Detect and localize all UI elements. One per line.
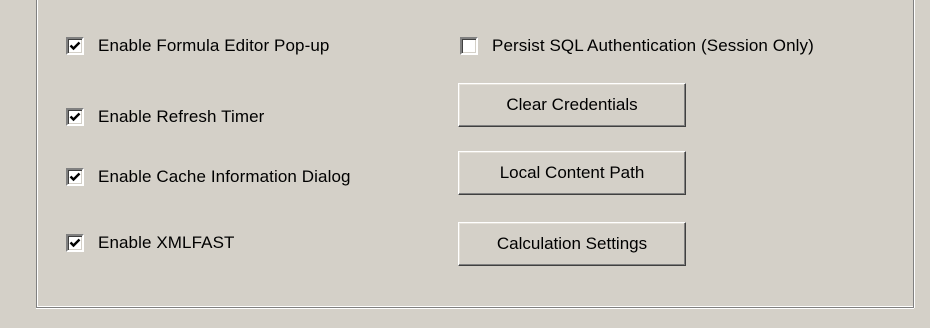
checkbox-persist-sql-authentication[interactable]: Persist SQL Authentication (Session Only… — [460, 34, 814, 58]
button-label: Local Content Path — [499, 163, 645, 182]
local-content-path-button[interactable]: Local Content Path — [458, 151, 686, 195]
checkbox-box[interactable] — [66, 234, 84, 252]
calculation-settings-button[interactable]: Calculation Settings — [458, 222, 686, 266]
clear-credentials-button[interactable]: Clear Credentials — [458, 83, 686, 127]
checkmark-icon — [69, 238, 81, 248]
checkbox-box[interactable] — [66, 108, 84, 126]
checkbox-box[interactable] — [460, 37, 478, 55]
checkbox-box[interactable] — [66, 168, 84, 186]
checkbox-label: Enable Formula Editor Pop-up — [98, 36, 330, 55]
button-label: Clear Credentials — [506, 95, 638, 114]
checkbox-label: Enable Refresh Timer — [98, 107, 265, 126]
checkmark-icon — [69, 172, 81, 182]
checkbox-enable-formula-editor-popup[interactable]: Enable Formula Editor Pop-up — [66, 34, 329, 58]
button-label: Calculation Settings — [496, 234, 648, 253]
checkbox-label: Enable Cache Information Dialog — [98, 167, 351, 186]
checkbox-enable-refresh-timer[interactable]: Enable Refresh Timer — [66, 105, 264, 129]
checkbox-label: Persist SQL Authentication (Session Only… — [492, 36, 814, 55]
checkbox-enable-cache-information-dialog[interactable]: Enable Cache Information Dialog — [66, 165, 351, 189]
checkbox-enable-xmlfast[interactable]: Enable XMLFAST — [66, 231, 235, 255]
checkmark-icon — [69, 112, 81, 122]
checkbox-label: Enable XMLFAST — [98, 233, 235, 252]
checkmark-icon — [69, 41, 81, 51]
checkbox-box[interactable] — [66, 37, 84, 55]
